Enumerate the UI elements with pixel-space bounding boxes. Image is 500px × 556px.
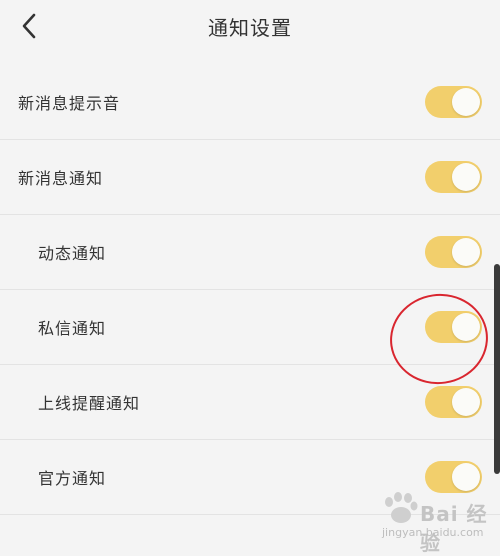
- setting-label: 上线提醒通知: [38, 394, 141, 413]
- setting-label: 新消息通知: [18, 169, 104, 188]
- setting-row-activity-notification: 动态通知: [0, 215, 500, 290]
- watermark-url: jingyan.baidu.com: [382, 526, 484, 539]
- official-notification-toggle[interactable]: [425, 461, 482, 493]
- header-bar: 通知设置: [0, 0, 500, 52]
- settings-list: 新消息提示音 新消息通知 动态通知 私信通知 上线提醒通知 官方通知: [0, 65, 500, 515]
- new-message-notification-toggle[interactable]: [425, 161, 482, 193]
- setting-row-online-reminder-notification: 上线提醒通知: [0, 365, 500, 440]
- online-reminder-notification-toggle[interactable]: [425, 386, 482, 418]
- toggle-knob: [452, 313, 480, 341]
- scrollbar[interactable]: [494, 264, 500, 474]
- toggle-knob: [452, 163, 480, 191]
- toggle-knob: [452, 88, 480, 116]
- activity-notification-toggle[interactable]: [425, 236, 482, 268]
- setting-label: 动态通知: [38, 244, 107, 263]
- toggle-knob: [452, 238, 480, 266]
- setting-label: 官方通知: [38, 469, 107, 488]
- setting-row-new-message-sound: 新消息提示音: [0, 65, 500, 140]
- private-message-notification-toggle[interactable]: [425, 311, 482, 343]
- setting-row-official-notification: 官方通知: [0, 440, 500, 515]
- setting-label: 新消息提示音: [18, 94, 121, 113]
- setting-row-new-message-notification: 新消息通知: [0, 140, 500, 215]
- toggle-knob: [452, 463, 480, 491]
- setting-label: 私信通知: [38, 319, 107, 338]
- new-message-sound-toggle[interactable]: [425, 86, 482, 118]
- toggle-knob: [452, 388, 480, 416]
- setting-row-private-message-notification: 私信通知: [0, 290, 500, 365]
- page-title: 通知设置: [208, 16, 292, 40]
